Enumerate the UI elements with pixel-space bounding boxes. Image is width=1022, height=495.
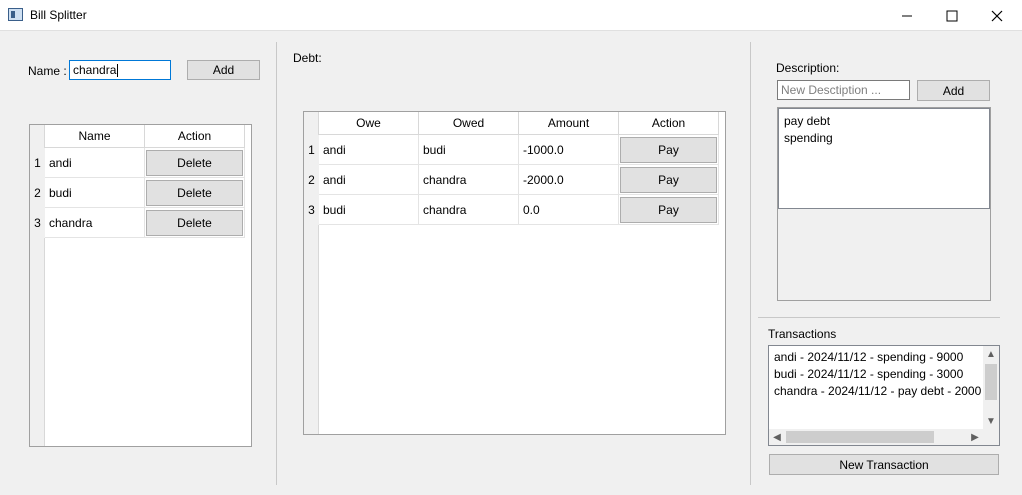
people-row-number: 2 <box>30 178 45 208</box>
transactions-vertical-scrollbar[interactable]: ▲ ▼ <box>983 346 999 429</box>
debt-cell-owed[interactable]: budi <box>419 135 519 165</box>
debt-cell-amount[interactable]: 0.0 <box>519 195 619 225</box>
scroll-down-icon[interactable]: ▼ <box>983 413 999 429</box>
pay-button[interactable]: Pay <box>620 197 717 223</box>
people-col-action[interactable]: Action <box>145 125 245 148</box>
transactions-list[interactable]: andi - 2024/11/12 - spending - 9000 budi… <box>768 345 1000 446</box>
separator <box>758 317 1000 318</box>
delete-button[interactable]: Delete <box>146 150 243 176</box>
maximize-button[interactable] <box>929 0 975 31</box>
name-input[interactable]: chandra <box>69 60 171 80</box>
pay-button[interactable]: Pay <box>620 167 717 193</box>
name-label: Name : <box>28 64 67 78</box>
debt-cell-owe[interactable]: andi <box>319 135 419 165</box>
description-item[interactable]: spending <box>784 130 984 147</box>
add-person-button[interactable]: Add <box>187 60 260 80</box>
scroll-corner <box>983 429 999 445</box>
minimize-icon <box>902 15 912 16</box>
transaction-item[interactable]: budi - 2024/11/12 - spending - 3000 <box>774 366 981 383</box>
debt-cell-amount[interactable]: -1000.0 <box>519 135 619 165</box>
description-placeholder: New Desctiption ... <box>781 83 882 97</box>
scroll-left-icon[interactable]: ◀ <box>769 429 785 445</box>
transactions-label: Transactions <box>768 327 837 341</box>
transaction-item[interactable]: chandra - 2024/11/12 - pay debt - 2000 <box>774 383 981 400</box>
add-description-button[interactable]: Add <box>917 80 990 101</box>
close-icon <box>991 10 1003 21</box>
description-list[interactable]: pay debt spending <box>778 108 990 209</box>
debt-table: Owe Owed Amount Action 1 andi budi -1000… <box>303 111 726 435</box>
debt-label: Debt: <box>293 51 322 65</box>
name-input-value: chandra <box>73 63 117 77</box>
debt-row-number: 2 <box>304 165 319 195</box>
people-cell-name[interactable]: chandra <box>45 208 145 238</box>
people-cell-name[interactable]: andi <box>45 148 145 178</box>
pay-button[interactable]: Pay <box>620 137 717 163</box>
debt-col-owed[interactable]: Owed <box>419 112 519 135</box>
vertical-scroll-thumb[interactable] <box>985 364 997 400</box>
transactions-items: andi - 2024/11/12 - spending - 9000 budi… <box>774 349 981 400</box>
close-button[interactable] <box>974 0 1020 31</box>
separator <box>750 42 751 485</box>
new-transaction-button[interactable]: New Transaction <box>769 454 999 475</box>
debt-row-number: 3 <box>304 195 319 225</box>
debt-row-number: 1 <box>304 135 319 165</box>
people-row-number: 1 <box>30 148 45 178</box>
scroll-up-icon[interactable]: ▲ <box>983 346 999 362</box>
people-table: Name Action 1 andi Delete 2 budi Delete … <box>29 124 252 447</box>
separator <box>276 42 277 485</box>
debt-col-amount[interactable]: Amount <box>519 112 619 135</box>
debt-col-owe[interactable]: Owe <box>319 112 419 135</box>
delete-button[interactable]: Delete <box>146 180 243 206</box>
app-window-icon <box>8 8 23 21</box>
description-item[interactable]: pay debt <box>784 113 984 130</box>
debt-cell-amount[interactable]: -2000.0 <box>519 165 619 195</box>
minimize-button[interactable] <box>884 0 930 31</box>
window-title: Bill Splitter <box>30 8 87 22</box>
description-panel: pay debt spending <box>777 107 991 301</box>
scroll-right-icon[interactable]: ▶ <box>967 429 983 445</box>
title-bar: Bill Splitter <box>0 0 1022 31</box>
people-row-number: 3 <box>30 208 45 238</box>
description-label: Description: <box>776 61 840 75</box>
transaction-item[interactable]: andi - 2024/11/12 - spending - 9000 <box>774 349 981 366</box>
transactions-horizontal-scrollbar[interactable]: ◀ ▶ <box>769 429 983 445</box>
people-col-name[interactable]: Name <box>45 125 145 148</box>
horizontal-scroll-thumb[interactable] <box>786 431 934 443</box>
debt-cell-owed[interactable]: chandra <box>419 165 519 195</box>
people-cell-name[interactable]: budi <box>45 178 145 208</box>
debt-cell-owed[interactable]: chandra <box>419 195 519 225</box>
delete-button[interactable]: Delete <box>146 210 243 236</box>
debt-cell-owe[interactable]: andi <box>319 165 419 195</box>
debt-cell-owe[interactable]: budi <box>319 195 419 225</box>
description-input[interactable]: New Desctiption ... <box>777 80 910 100</box>
maximize-icon <box>946 10 958 21</box>
text-cursor <box>117 63 119 77</box>
debt-col-action[interactable]: Action <box>619 112 719 135</box>
